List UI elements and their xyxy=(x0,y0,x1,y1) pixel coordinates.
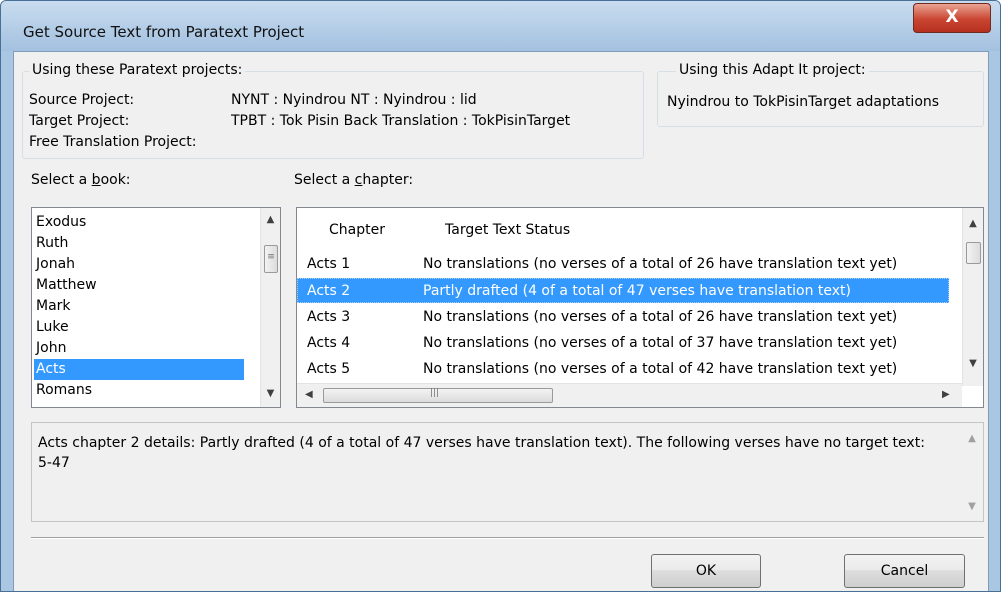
book-item[interactable]: Matthew xyxy=(34,275,244,296)
source-project-label: Source Project: xyxy=(29,92,135,108)
chapter-cell: Acts 5 xyxy=(307,361,351,377)
target-project-value: TPBT : Tok Pisin Back Translation : TokP… xyxy=(231,113,571,129)
book-list-scroll-thumb[interactable]: ≡ xyxy=(264,245,278,273)
chapter-details-text: Acts chapter 2 details: Partly drafted (… xyxy=(38,435,925,471)
chapter-details-box[interactable]: Acts chapter 2 details: Partly drafted (… xyxy=(31,422,984,522)
book-list[interactable]: Exodus Ruth Jonah Matthew Mark Luke John… xyxy=(31,207,281,408)
status-cell: Partly drafted (4 of a total of 47 verse… xyxy=(423,283,851,299)
grip-icon: ||| xyxy=(430,388,440,398)
column-header-chapter[interactable]: Chapter xyxy=(329,222,385,238)
status-cell: No translations (no verses of a total of… xyxy=(423,361,898,377)
chapter-row[interactable]: Acts 3 No translations (no verses of a t… xyxy=(297,305,949,330)
book-item[interactable]: Jonah xyxy=(34,254,244,275)
column-header-status[interactable]: Target Text Status xyxy=(445,222,570,238)
chapter-row[interactable]: Acts 5 No translations (no verses of a t… xyxy=(297,357,949,382)
chapter-list-vscroll-thumb[interactable] xyxy=(966,242,981,264)
scroll-left-arrow-icon[interactable]: ◀ xyxy=(305,389,313,400)
adaptit-project-value: Nyindrou to TokPisinTarget adaptations xyxy=(667,94,940,110)
ok-button[interactable]: OK xyxy=(651,554,761,588)
chapter-list-vscrollbar[interactable]: ▲ ▼ xyxy=(962,208,983,386)
scroll-up-arrow-icon[interactable]: ▲ xyxy=(261,214,280,225)
status-cell: No translations (no verses of a total of… xyxy=(423,256,898,272)
chapter-row[interactable]: Acts 4 No translations (no verses of a t… xyxy=(297,331,949,356)
dialog-window: Get Source Text from Paratext Project X … xyxy=(0,0,1001,592)
close-icon: X xyxy=(945,7,959,27)
chapter-list[interactable]: Chapter Target Text Status Acts 1 No tra… xyxy=(296,207,984,408)
scroll-right-arrow-icon[interactable]: ▶ xyxy=(942,389,950,400)
cancel-button[interactable]: Cancel xyxy=(844,554,965,588)
status-cell: No translations (no verses of a total of… xyxy=(423,335,898,351)
book-item[interactable]: Mark xyxy=(34,296,244,317)
grip-icon: ≡ xyxy=(267,252,275,262)
chapter-row-selected[interactable]: Acts 2 Partly drafted (4 of a total of 4… xyxy=(297,278,949,303)
book-item[interactable]: Ruth xyxy=(34,233,244,254)
book-item[interactable]: John xyxy=(34,338,244,359)
select-chapter-label: Select a chapter: xyxy=(294,172,414,188)
chapter-rows: Acts 1 No translations (no verses of a t… xyxy=(297,250,962,382)
window-title: Get Source Text from Paratext Project xyxy=(23,23,305,41)
scroll-up-arrow-icon[interactable]: ▲ xyxy=(962,433,982,444)
adaptit-project-group: Using this Adapt It project: Nyindrou to… xyxy=(657,62,984,127)
free-translation-project-label: Free Translation Project: xyxy=(29,134,197,150)
adaptit-group-label: Using this Adapt It project: xyxy=(676,62,869,78)
paratext-group-label: Using these Paratext projects: xyxy=(29,62,246,78)
scroll-down-arrow-icon[interactable]: ▼ xyxy=(963,358,983,369)
chapter-cell: Acts 3 xyxy=(307,309,351,325)
chapter-cell: Acts 1 xyxy=(307,256,351,272)
title-bar: Get Source Text from Paratext Project X xyxy=(1,1,1000,51)
chapter-list-hscrollbar[interactable]: ◀ ||| ▶ xyxy=(297,383,962,407)
book-item[interactable]: Luke xyxy=(34,317,244,338)
divider xyxy=(31,537,984,539)
source-project-value: NYNT : Nyindrou NT : Nyindrou : lid xyxy=(231,92,477,108)
chapter-row[interactable]: Acts 1 No translations (no verses of a t… xyxy=(297,252,949,277)
status-cell: No translations (no verses of a total of… xyxy=(423,309,898,325)
scroll-down-arrow-icon[interactable]: ▼ xyxy=(261,388,280,399)
chapter-list-hscroll-thumb[interactable]: ||| xyxy=(323,388,553,403)
chapter-cell: Acts 2 xyxy=(307,283,351,299)
chapter-list-header: Chapter Target Text Status xyxy=(297,208,962,248)
close-button[interactable]: X xyxy=(913,3,991,33)
dialog-client-area: Using these Paratext projects: Source Pr… xyxy=(13,51,989,591)
book-list-scrollbar[interactable]: ▲ ≡ ▼ xyxy=(260,208,280,407)
book-item[interactable]: Exodus xyxy=(34,212,244,233)
scroll-up-arrow-icon[interactable]: ▲ xyxy=(963,218,983,229)
book-item-selected[interactable]: Acts xyxy=(34,359,244,380)
details-scrollbar[interactable]: ▲ ▼ xyxy=(962,429,982,521)
book-item[interactable]: Romans xyxy=(34,380,244,401)
paratext-projects-group: Using these Paratext projects: Source Pr… xyxy=(22,62,644,159)
select-book-label: Select a book: xyxy=(31,172,131,188)
chapter-cell: Acts 4 xyxy=(307,335,351,351)
scroll-down-arrow-icon[interactable]: ▼ xyxy=(962,501,982,512)
target-project-label: Target Project: xyxy=(29,113,130,129)
